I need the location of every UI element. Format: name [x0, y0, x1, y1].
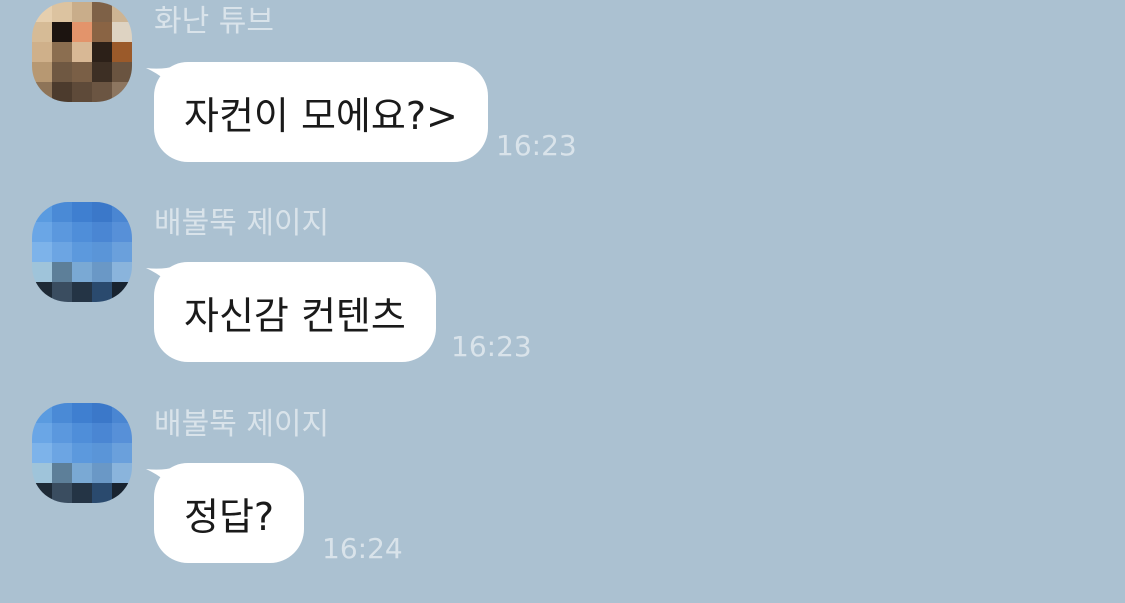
message-time: 16:24 — [322, 532, 403, 565]
pixelated-avatar-tan-icon — [32, 2, 132, 102]
sender-name: 화난 튜브 — [154, 4, 274, 39]
message-row: 배불뚝 제이지 정답? 16:24 — [0, 401, 1125, 603]
message-bubble[interactable]: 자신감 컨텐츠 — [154, 262, 436, 362]
message-row: 배불뚝 제이지 자신감 컨텐츠 16:23 — [0, 200, 1125, 370]
pixelated-avatar-blue-icon — [32, 202, 132, 302]
message-bubble-wrap: 자신감 컨텐츠 — [146, 262, 436, 362]
message-bubble[interactable]: 정답? — [154, 463, 305, 563]
sender-name: 배불뚝 제이지 — [154, 407, 330, 442]
message-bubble-wrap: 정답? — [146, 463, 305, 563]
sender-name: 배불뚝 제이지 — [154, 206, 330, 241]
pixelated-avatar-blue-icon — [32, 403, 132, 503]
message-time: 16:23 — [451, 330, 532, 363]
message-row: 화난 튜브 자컨이 모에요?> 16:23 — [0, 0, 1125, 170]
message-bubble-wrap: 자컨이 모에요?> — [146, 62, 488, 162]
message-bubble[interactable]: 자컨이 모에요?> — [154, 62, 488, 162]
avatar[interactable] — [32, 2, 132, 102]
message-time: 16:23 — [496, 129, 577, 162]
chat-area: 화난 튜브 자컨이 모에요?> 16:23 배불뚝 제이지 자신감 컨텐츠 16… — [0, 0, 1125, 603]
avatar[interactable] — [32, 202, 132, 302]
avatar[interactable] — [32, 403, 132, 503]
